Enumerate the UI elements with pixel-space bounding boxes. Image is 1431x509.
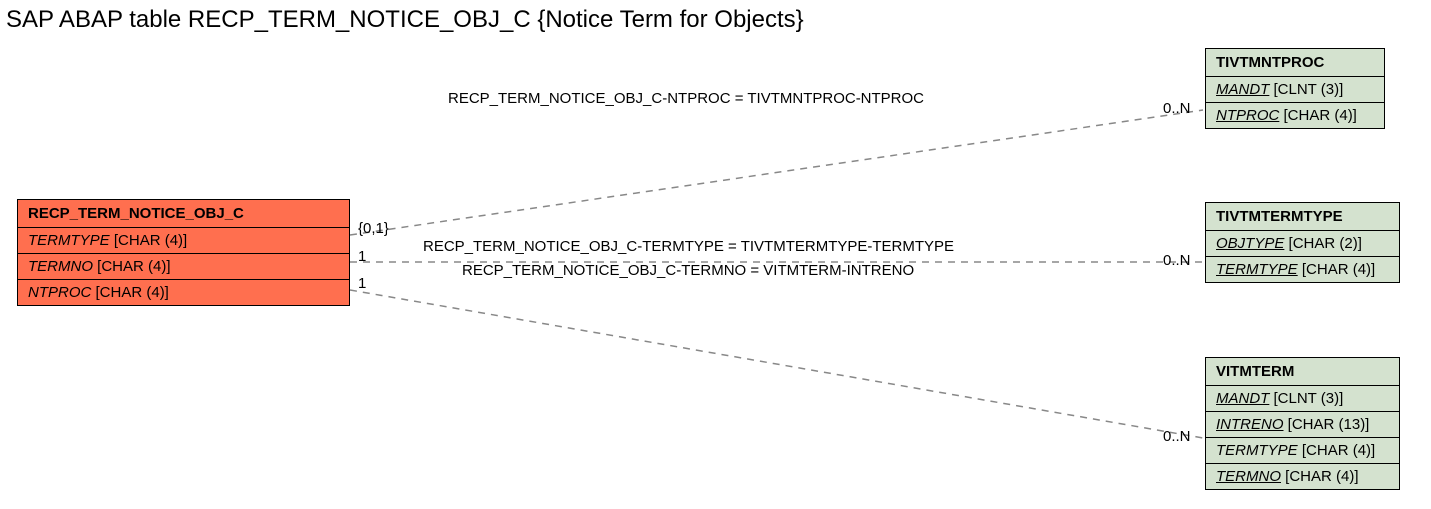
entity-recp-term-notice-obj-c: RECP_TERM_NOTICE_OBJ_C TERMTYPE [CHAR (4… xyxy=(17,199,350,306)
entity-header: VITMTERM xyxy=(1206,358,1399,386)
cardinality-right: 0..N xyxy=(1163,100,1191,117)
entity-header: TIVTMTERMTYPE xyxy=(1206,203,1399,231)
field-row: TERMTYPE [CHAR (4)] xyxy=(1206,438,1399,464)
entity-tivtmntproc: TIVTMNTPROC MANDT [CLNT (3)] NTPROC [CHA… xyxy=(1205,48,1385,129)
field-row: TERMTYPE [CHAR (4)] xyxy=(1206,257,1399,282)
field-type: [CHAR (13)] xyxy=(1288,416,1370,433)
field-type: [CHAR (4)] xyxy=(1302,261,1375,278)
cardinality-right: 0..N xyxy=(1163,252,1191,269)
field-row: MANDT [CLNT (3)] xyxy=(1206,386,1399,412)
field-name: INTRENO xyxy=(1216,416,1284,433)
field-type: [CHAR (2)] xyxy=(1289,235,1362,252)
field-row: NTPROC [CHAR (4)] xyxy=(1206,103,1384,128)
entity-tivtmtermtype: TIVTMTERMTYPE OBJTYPE [CHAR (2)] TERMTYP… xyxy=(1205,202,1400,283)
field-type: [CHAR (4)] xyxy=(96,284,169,301)
field-row: OBJTYPE [CHAR (2)] xyxy=(1206,231,1399,257)
field-name: TERMTYPE xyxy=(28,232,110,249)
cardinality-right: 0..N xyxy=(1163,428,1191,445)
field-row: NTPROC [CHAR (4)] xyxy=(18,280,349,305)
field-row: TERMNO [CHAR (4)] xyxy=(18,254,349,280)
field-row: TERMTYPE [CHAR (4)] xyxy=(18,228,349,254)
field-row: MANDT [CLNT (3)] xyxy=(1206,77,1384,103)
cardinality-left: 1 xyxy=(358,275,366,292)
cardinality-left: {0,1} xyxy=(358,220,389,237)
field-type: [CHAR (4)] xyxy=(1285,468,1358,485)
field-name: NTPROC xyxy=(28,284,91,301)
relation-label: RECP_TERM_NOTICE_OBJ_C-TERMTYPE = TIVTMT… xyxy=(423,238,954,255)
entity-header: TIVTMNTPROC xyxy=(1206,49,1384,77)
field-type: [CHAR (4)] xyxy=(1284,107,1357,124)
field-type: [CHAR (4)] xyxy=(1302,442,1375,459)
field-type: [CLNT (3)] xyxy=(1274,390,1344,407)
field-name: TERMTYPE xyxy=(1216,442,1298,459)
field-name: TERMNO xyxy=(28,258,93,275)
entity-header: RECP_TERM_NOTICE_OBJ_C xyxy=(18,200,349,228)
field-name: MANDT xyxy=(1216,81,1269,98)
field-type: [CHAR (4)] xyxy=(97,258,170,275)
relation-label: RECP_TERM_NOTICE_OBJ_C-TERMNO = VITMTERM… xyxy=(462,262,914,279)
field-name: TERMNO xyxy=(1216,468,1281,485)
entity-vitmterm: VITMTERM MANDT [CLNT (3)] INTRENO [CHAR … xyxy=(1205,357,1400,490)
field-name: TERMTYPE xyxy=(1216,261,1298,278)
relation-label: RECP_TERM_NOTICE_OBJ_C-NTPROC = TIVTMNTP… xyxy=(448,90,924,107)
field-name: MANDT xyxy=(1216,390,1269,407)
field-type: [CLNT (3)] xyxy=(1274,81,1344,98)
field-name: NTPROC xyxy=(1216,107,1279,124)
page-title: SAP ABAP table RECP_TERM_NOTICE_OBJ_C {N… xyxy=(6,6,804,34)
field-row: INTRENO [CHAR (13)] xyxy=(1206,412,1399,438)
field-type: [CHAR (4)] xyxy=(114,232,187,249)
field-row: TERMNO [CHAR (4)] xyxy=(1206,464,1399,489)
cardinality-left: 1 xyxy=(358,248,366,265)
field-name: OBJTYPE xyxy=(1216,235,1284,252)
